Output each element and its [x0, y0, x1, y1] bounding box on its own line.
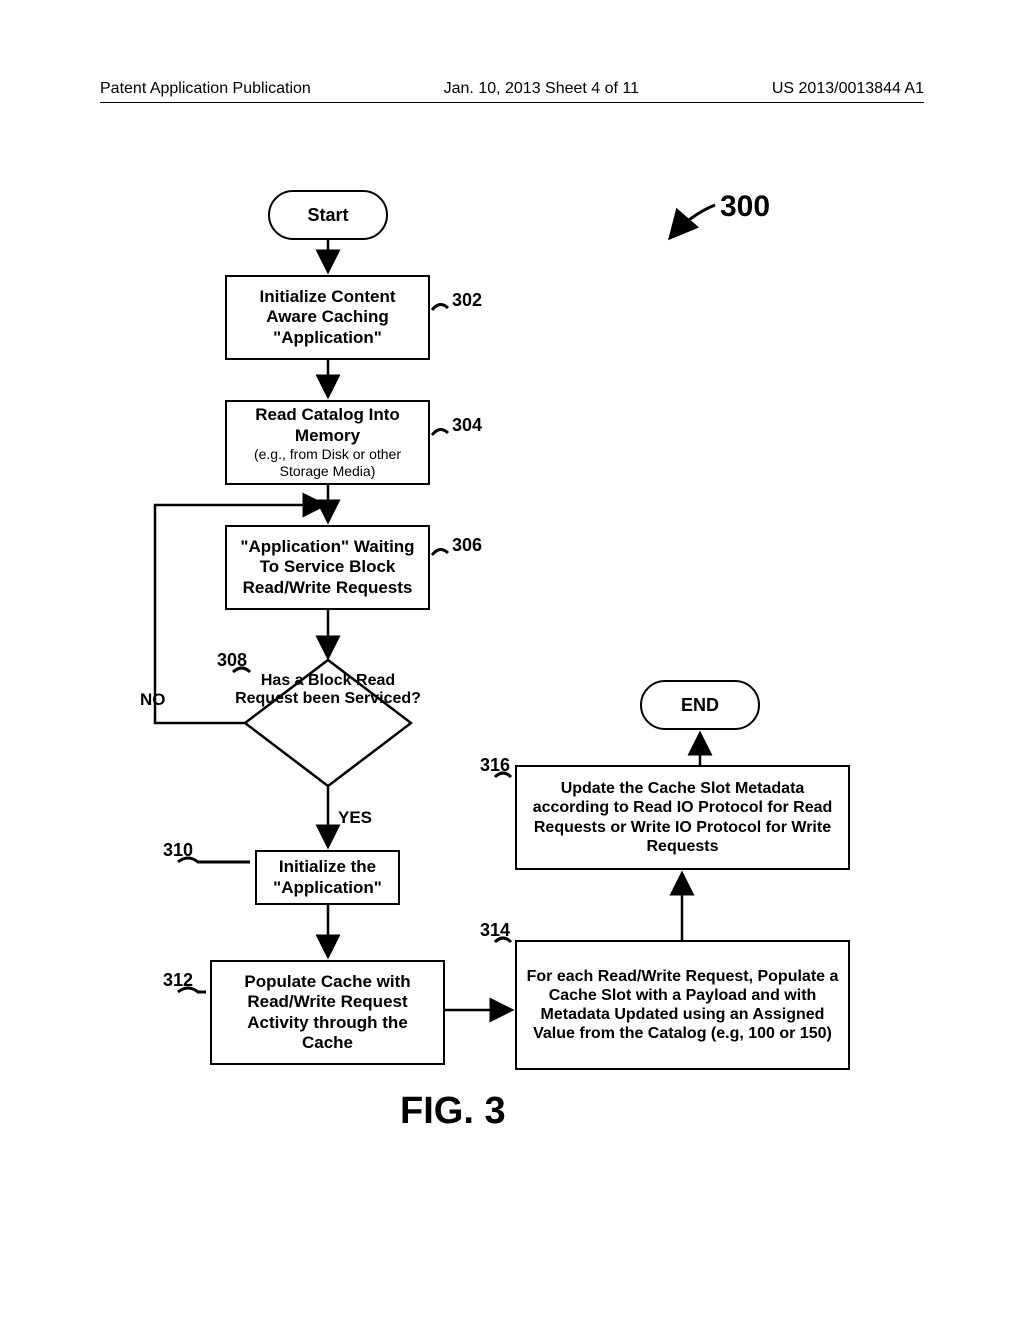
figure-ref-300: 300 [720, 190, 770, 224]
step-316-text: Update the Cache Slot Metadata according… [525, 779, 840, 856]
step-316: Update the Cache Slot Metadata according… [515, 765, 850, 870]
ref-308: 308 [217, 650, 247, 671]
ref-302: 302 [452, 290, 482, 311]
step-304-text: Read Catalog Into Memory [235, 405, 420, 446]
ref-304: 304 [452, 415, 482, 436]
decision-308: Has a Block Read Request been Serviced? [243, 658, 413, 788]
page-header: Patent Application Publication Jan. 10, … [100, 80, 924, 98]
step-312: Populate Cache with Read/Write Request A… [210, 960, 445, 1065]
step-314-text: For each Read/Write Request, Populate a … [525, 967, 840, 1044]
step-304: Read Catalog Into Memory (e.g., from Dis… [225, 400, 430, 485]
ref-312: 312 [163, 970, 193, 991]
decision-no-label: NO [140, 690, 166, 710]
step-310: Initialize the "Application" [255, 850, 400, 905]
ref-316: 316 [480, 755, 510, 776]
step-304-sub: (e.g., from Disk or other Storage Media) [235, 446, 420, 480]
flowchart: 300 Start END Initialize Content Aware C… [100, 160, 924, 1220]
ref-314: 314 [480, 920, 510, 941]
decision-308-text: Has a Block Read Request been Serviced? [235, 672, 421, 709]
start-terminator: Start [268, 190, 388, 240]
end-terminator: END [640, 680, 760, 730]
step-306: "Application" Waiting To Service Block R… [225, 525, 430, 610]
step-306-text: "Application" Waiting To Service Block R… [235, 537, 420, 598]
step-302: Initialize Content Aware Caching "Applic… [225, 275, 430, 360]
header-left: Patent Application Publication [100, 80, 311, 98]
header-rule [100, 102, 924, 103]
header-center: Jan. 10, 2013 Sheet 4 of 11 [444, 80, 639, 98]
step-310-text: Initialize the "Application" [265, 857, 390, 898]
ref-310: 310 [163, 840, 193, 861]
decision-yes-label: YES [338, 808, 372, 828]
ref-306: 306 [452, 535, 482, 556]
figure-label: FIG. 3 [400, 1090, 506, 1133]
step-302-text: Initialize Content Aware Caching "Applic… [235, 287, 420, 348]
header-right: US 2013/0013844 A1 [772, 80, 924, 98]
step-314: For each Read/Write Request, Populate a … [515, 940, 850, 1070]
step-312-text: Populate Cache with Read/Write Request A… [220, 972, 435, 1054]
